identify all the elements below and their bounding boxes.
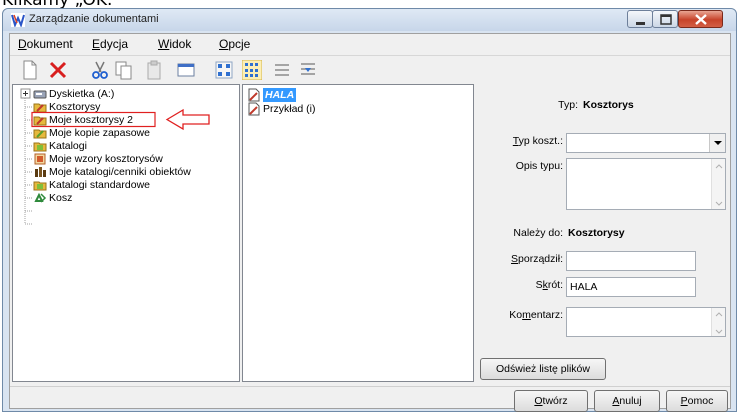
close-button[interactable] <box>678 10 723 28</box>
opis-typu-textarea[interactable] <box>566 158 726 210</box>
menu-bar: Dokument Edycja Widok Opcje <box>10 34 730 54</box>
tree-item-katalogi-standardowe[interactable]: Katalogi standardowe <box>13 179 241 192</box>
scroll-arrows-icon <box>715 164 723 206</box>
estimate-file-icon <box>248 88 260 102</box>
scrollbar[interactable] <box>711 308 725 336</box>
maximize-button[interactable] <box>652 10 678 28</box>
app-icon <box>11 13 25 27</box>
list-item-hala[interactable]: HALA <box>247 88 307 102</box>
list-item-przyklad[interactable]: Przykład (i) <box>247 102 367 116</box>
menu-edycja[interactable]: Edycja <box>92 37 128 51</box>
scroll-arrows-icon <box>715 312 723 334</box>
delete-icon[interactable] <box>48 60 68 80</box>
opis-typu-label: Opis typu: <box>515 160 563 172</box>
open-button[interactable]: Otwórz <box>514 390 588 412</box>
menu-dokument[interactable]: Dokument <box>18 37 73 51</box>
title-bar[interactable]: Zarządzanie dokumentami <box>3 9 736 31</box>
copy-icon[interactable] <box>114 60 134 80</box>
highlight-annotation <box>31 108 210 131</box>
large-icons-icon[interactable] <box>214 60 234 80</box>
typ-value: Kosztorys <box>583 99 634 111</box>
recycle-bin-icon <box>34 192 47 203</box>
close-icon <box>695 14 707 25</box>
window-title: Zarządzanie dokumentami <box>29 13 159 25</box>
client-area: Dokument Edycja Widok Opcje Dyskietka (A… <box>9 33 731 412</box>
list-view-icon[interactable] <box>272 60 292 80</box>
small-icons-icon[interactable] <box>242 60 262 80</box>
minimize-button[interactable] <box>627 10 653 28</box>
details-view-icon[interactable] <box>298 60 318 80</box>
tree-item-kosz[interactable]: Kosz <box>13 192 241 205</box>
scrollbar[interactable] <box>711 159 725 209</box>
paste-icon[interactable] <box>144 60 164 80</box>
folder-tree[interactable]: Dyskietka (A:) Kosztorysy Moje kosztorys… <box>12 84 240 382</box>
nalezy-do-value: Kosztorysy <box>568 227 625 239</box>
typ-koszt-select[interactable] <box>566 133 726 153</box>
help-button[interactable]: Pomoc <box>666 390 728 412</box>
maximize-icon <box>660 14 672 25</box>
document-manager-window: Zarządzanie dokumentami Dokument Edycja … <box>2 8 737 412</box>
komentarz-label: Komentarz: <box>509 309 563 321</box>
cancel-button[interactable]: Anuluj <box>594 390 660 412</box>
dropdown-button[interactable] <box>709 134 725 152</box>
estimate-file-icon <box>248 102 260 116</box>
tree-item-moje-wzory[interactable]: Moje wzory kosztorysów <box>13 153 241 166</box>
skrot-label: Skrót: <box>535 279 563 291</box>
toolbar <box>10 55 730 83</box>
typ-koszt-label: Typ koszt.: <box>512 135 563 147</box>
menu-widok[interactable]: Widok <box>158 37 191 51</box>
komentarz-textarea[interactable] <box>566 307 726 337</box>
skrot-input[interactable]: HALA <box>566 277 696 297</box>
refresh-files-button[interactable]: Odśwież listę plików <box>480 358 606 380</box>
typ-label: Typ: <box>558 99 578 111</box>
menu-opcje[interactable]: Opcje <box>219 37 250 51</box>
chevron-down-icon <box>714 141 722 145</box>
file-list[interactable]: HALA Przykład (i) <box>242 84 474 382</box>
nalezy-do-label: Należy do: <box>513 227 563 239</box>
templates-icon <box>34 153 46 165</box>
bottom-bar: Otwórz Anuluj Pomoc <box>10 386 730 412</box>
price-list-icon <box>35 167 46 177</box>
cut-icon[interactable] <box>90 60 110 80</box>
tree-item-moje-katalogi-cenniki[interactable]: Moje katalogi/cenniki obiektów <box>13 166 241 179</box>
properties-panel: Typ: Kosztorys Typ koszt.: Opis typu: Na… <box>476 84 730 382</box>
sporzadzil-label: Sporządził: <box>511 253 563 265</box>
folder-catalog-icon <box>33 181 47 191</box>
minimize-icon <box>636 22 645 25</box>
sporzadzil-input[interactable] <box>566 251 696 271</box>
preview-icon[interactable] <box>176 60 196 80</box>
new-document-icon[interactable] <box>20 60 40 80</box>
